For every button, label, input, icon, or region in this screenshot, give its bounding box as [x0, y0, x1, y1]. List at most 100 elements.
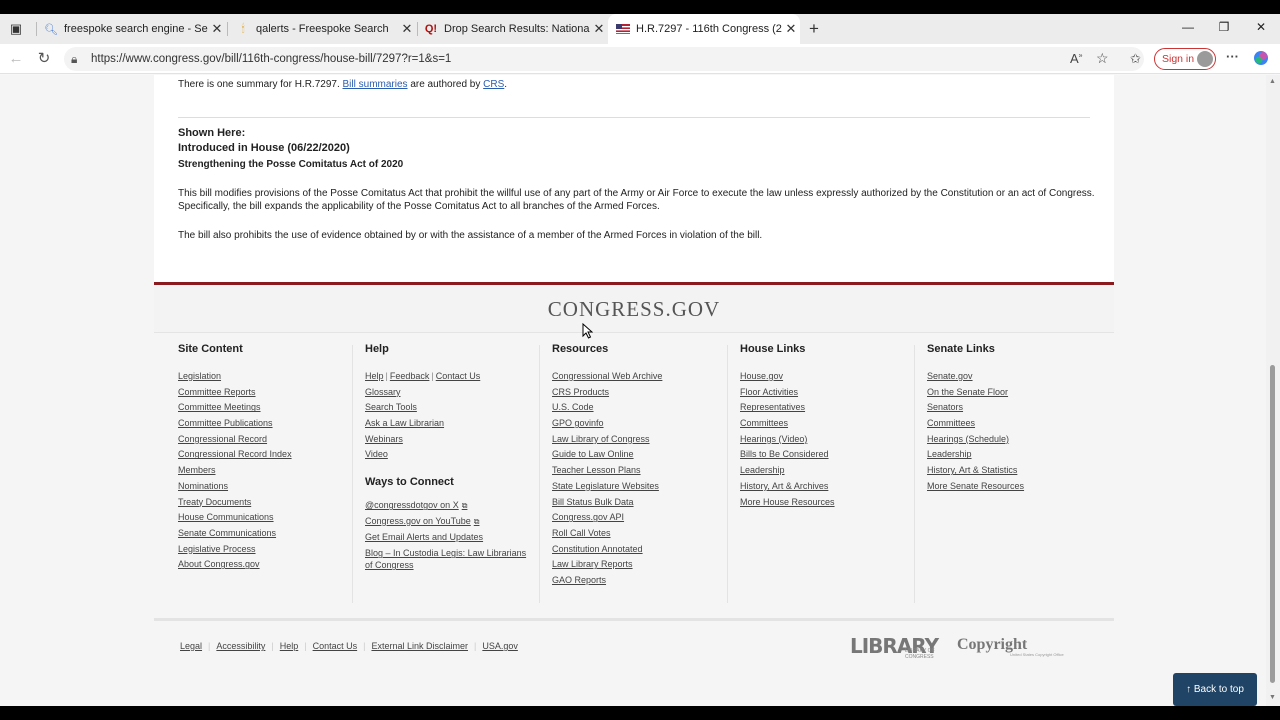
- footer-link[interactable]: Congressional Record Index: [178, 447, 292, 463]
- footer-link[interactable]: Leadership: [740, 463, 835, 479]
- footer-link[interactable]: Representatives: [740, 400, 835, 416]
- footer-link[interactable]: U.S. Code: [552, 400, 662, 416]
- copilot-icon[interactable]: [1253, 50, 1269, 69]
- feedback-link[interactable]: Feedback: [390, 371, 430, 381]
- x-link[interactable]: @congressdotgov on X ⧉: [365, 498, 526, 514]
- footer-link[interactable]: Committee Meetings: [178, 400, 292, 416]
- scroll-thumb[interactable]: [1270, 365, 1275, 683]
- close-window-icon[interactable]: ✕: [1251, 20, 1271, 38]
- email-alerts-link[interactable]: Get Email Alerts and Updates: [365, 530, 526, 546]
- footer-link[interactable]: More Senate Resources: [927, 479, 1024, 495]
- bill-summaries-link[interactable]: Bill summaries: [343, 79, 408, 90]
- footer-link[interactable]: CRS Products: [552, 385, 662, 401]
- footer-link[interactable]: Guide to Law Online: [552, 447, 662, 463]
- bill-title: Strengthening the Posse Comitatus Act of…: [178, 159, 404, 170]
- footer-link[interactable]: Search Tools: [365, 400, 526, 416]
- external-link-disclaimer-link[interactable]: External Link Disclaimer: [371, 641, 468, 651]
- more-menu-icon[interactable]: ···: [1226, 49, 1239, 64]
- close-tab-icon[interactable]: ✕: [590, 21, 608, 37]
- footer-link[interactable]: Committee Publications: [178, 416, 292, 432]
- usa-gov-link[interactable]: USA.gov: [482, 641, 518, 651]
- accessibility-link[interactable]: Accessibility: [216, 641, 265, 651]
- crs-link[interactable]: CRS: [483, 79, 504, 90]
- tab-hr7297[interactable]: H.R.7297 - 116th Congress (2019- ✕: [608, 14, 800, 44]
- tab-qalerts[interactable]: 🕯︎ qalerts - Freespoke Search ✕: [228, 14, 416, 44]
- footer-link[interactable]: Legislation: [178, 369, 292, 385]
- tab-drop-search[interactable]: Q! Drop Search Results: National Gu ✕: [416, 14, 608, 44]
- footer-link[interactable]: Nominations: [178, 479, 292, 495]
- tab-actions-icon[interactable]: ▣: [7, 20, 25, 38]
- footer-link[interactable]: More House Resources: [740, 495, 835, 511]
- footer-link[interactable]: Law Library of Congress: [552, 432, 662, 448]
- congress-gov-logo[interactable]: CONGRESS.GOV: [154, 297, 1114, 322]
- footer-link[interactable]: On the Senate Floor: [927, 385, 1024, 401]
- footer-link[interactable]: Committees: [927, 416, 1024, 432]
- footer-link[interactable]: Floor Activities: [740, 385, 835, 401]
- footer-link[interactable]: Congressional Web Archive: [552, 369, 662, 385]
- footer-link[interactable]: About Congress.gov: [178, 557, 292, 573]
- close-tab-icon[interactable]: ✕: [208, 21, 226, 37]
- page-scrollbar[interactable]: ▲ ▼: [1266, 75, 1280, 706]
- footer-link[interactable]: Teacher Lesson Plans: [552, 463, 662, 479]
- tab-freespoke-search[interactable]: 🔍︎ freespoke search engine - Search ✕: [36, 14, 226, 44]
- house-links-column: House Links House.gov Floor Activities R…: [740, 343, 835, 510]
- footer-link[interactable]: Webinars: [365, 432, 526, 448]
- footer-link[interactable]: Ask a Law Librarian: [365, 416, 526, 432]
- footer-link[interactable]: Senators: [927, 400, 1024, 416]
- minimize-icon[interactable]: —: [1178, 20, 1198, 38]
- footer-link[interactable]: Treaty Documents: [178, 495, 292, 511]
- footer-link[interactable]: Committee Reports: [178, 385, 292, 401]
- refresh-icon[interactable]: ↻: [34, 49, 54, 69]
- back-to-top-button[interactable]: ↑ Back to top: [1173, 673, 1257, 706]
- footer-link[interactable]: Congressional Record: [178, 432, 292, 448]
- footer-link[interactable]: Leadership: [927, 447, 1024, 463]
- new-tab-icon[interactable]: +: [805, 19, 823, 38]
- lock-icon[interactable]: 🔒︎: [71, 52, 77, 67]
- column-divider: [352, 345, 353, 603]
- footer-link[interactable]: Bills to Be Considered: [740, 447, 835, 463]
- footer-link[interactable]: Hearings (Schedule): [927, 432, 1024, 448]
- blog-link[interactable]: Blog – In Custodia Legis: Law Librarians: [365, 547, 526, 559]
- footer-link[interactable]: Roll Call Votes: [552, 526, 662, 542]
- contact-us-link[interactable]: Contact Us: [436, 371, 481, 381]
- close-tab-icon[interactable]: ✕: [398, 21, 416, 37]
- footer-link[interactable]: GPO govinfo: [552, 416, 662, 432]
- footer-link[interactable]: Video: [365, 447, 526, 463]
- help-link[interactable]: Help: [280, 641, 299, 651]
- footer-link[interactable]: History, Art & Archives: [740, 479, 835, 495]
- footer-link[interactable]: Bill Status Bulk Data: [552, 495, 662, 511]
- address-bar[interactable]: 🔒︎ https://www.congress.gov/bill/116th-c…: [64, 47, 1144, 71]
- help-link[interactable]: Help: [365, 371, 384, 381]
- footer-link[interactable]: Glossary: [365, 385, 526, 401]
- footer-link[interactable]: Congress.gov API: [552, 510, 662, 526]
- close-tab-icon[interactable]: ✕: [782, 21, 800, 37]
- scroll-up-icon[interactable]: ▲: [1269, 78, 1276, 85]
- legal-links: Legal | Accessibility | Help | Contact Us | Exte…: [180, 641, 518, 651]
- footer-link[interactable]: State Legislature Websites: [552, 479, 662, 495]
- restore-icon[interactable]: ❐: [1214, 20, 1234, 38]
- footer-link[interactable]: Legislative Process: [178, 542, 292, 558]
- back-arrow-icon[interactable]: ←: [6, 49, 26, 69]
- sign-in-button[interactable]: Sign in: [1154, 48, 1216, 70]
- external-link-icon: ⧉: [473, 516, 480, 526]
- footer-link[interactable]: History, Art & Statistics: [927, 463, 1024, 479]
- footer-link[interactable]: Hearings (Video): [740, 432, 835, 448]
- footer-link[interactable]: Constitution Annotated: [552, 542, 662, 558]
- contact-us-link[interactable]: Contact Us: [313, 641, 358, 651]
- favorites-icon[interactable]: ✩: [1130, 51, 1141, 67]
- scroll-down-icon[interactable]: ▼: [1269, 694, 1276, 701]
- read-aloud-icon[interactable]: A»: [1070, 51, 1083, 66]
- footer-link[interactable]: GAO Reports: [552, 573, 662, 589]
- footer-link[interactable]: House Communications: [178, 510, 292, 526]
- legal-link[interactable]: Legal: [180, 641, 202, 651]
- blog-link-cont[interactable]: of Congress: [365, 559, 526, 571]
- footer-link[interactable]: Law Library Reports: [552, 557, 662, 573]
- favorite-star-icon[interactable]: ☆: [1096, 50, 1109, 67]
- footer-link[interactable]: Senate.gov: [927, 369, 1024, 385]
- search-icon: 🔍︎: [44, 23, 58, 36]
- youtube-link[interactable]: Congress.gov on YouTube ⧉: [365, 514, 526, 530]
- footer-link[interactable]: Committees: [740, 416, 835, 432]
- footer-link[interactable]: Senate Communications: [178, 526, 292, 542]
- footer-link[interactable]: Members: [178, 463, 292, 479]
- footer-link[interactable]: House.gov: [740, 369, 835, 385]
